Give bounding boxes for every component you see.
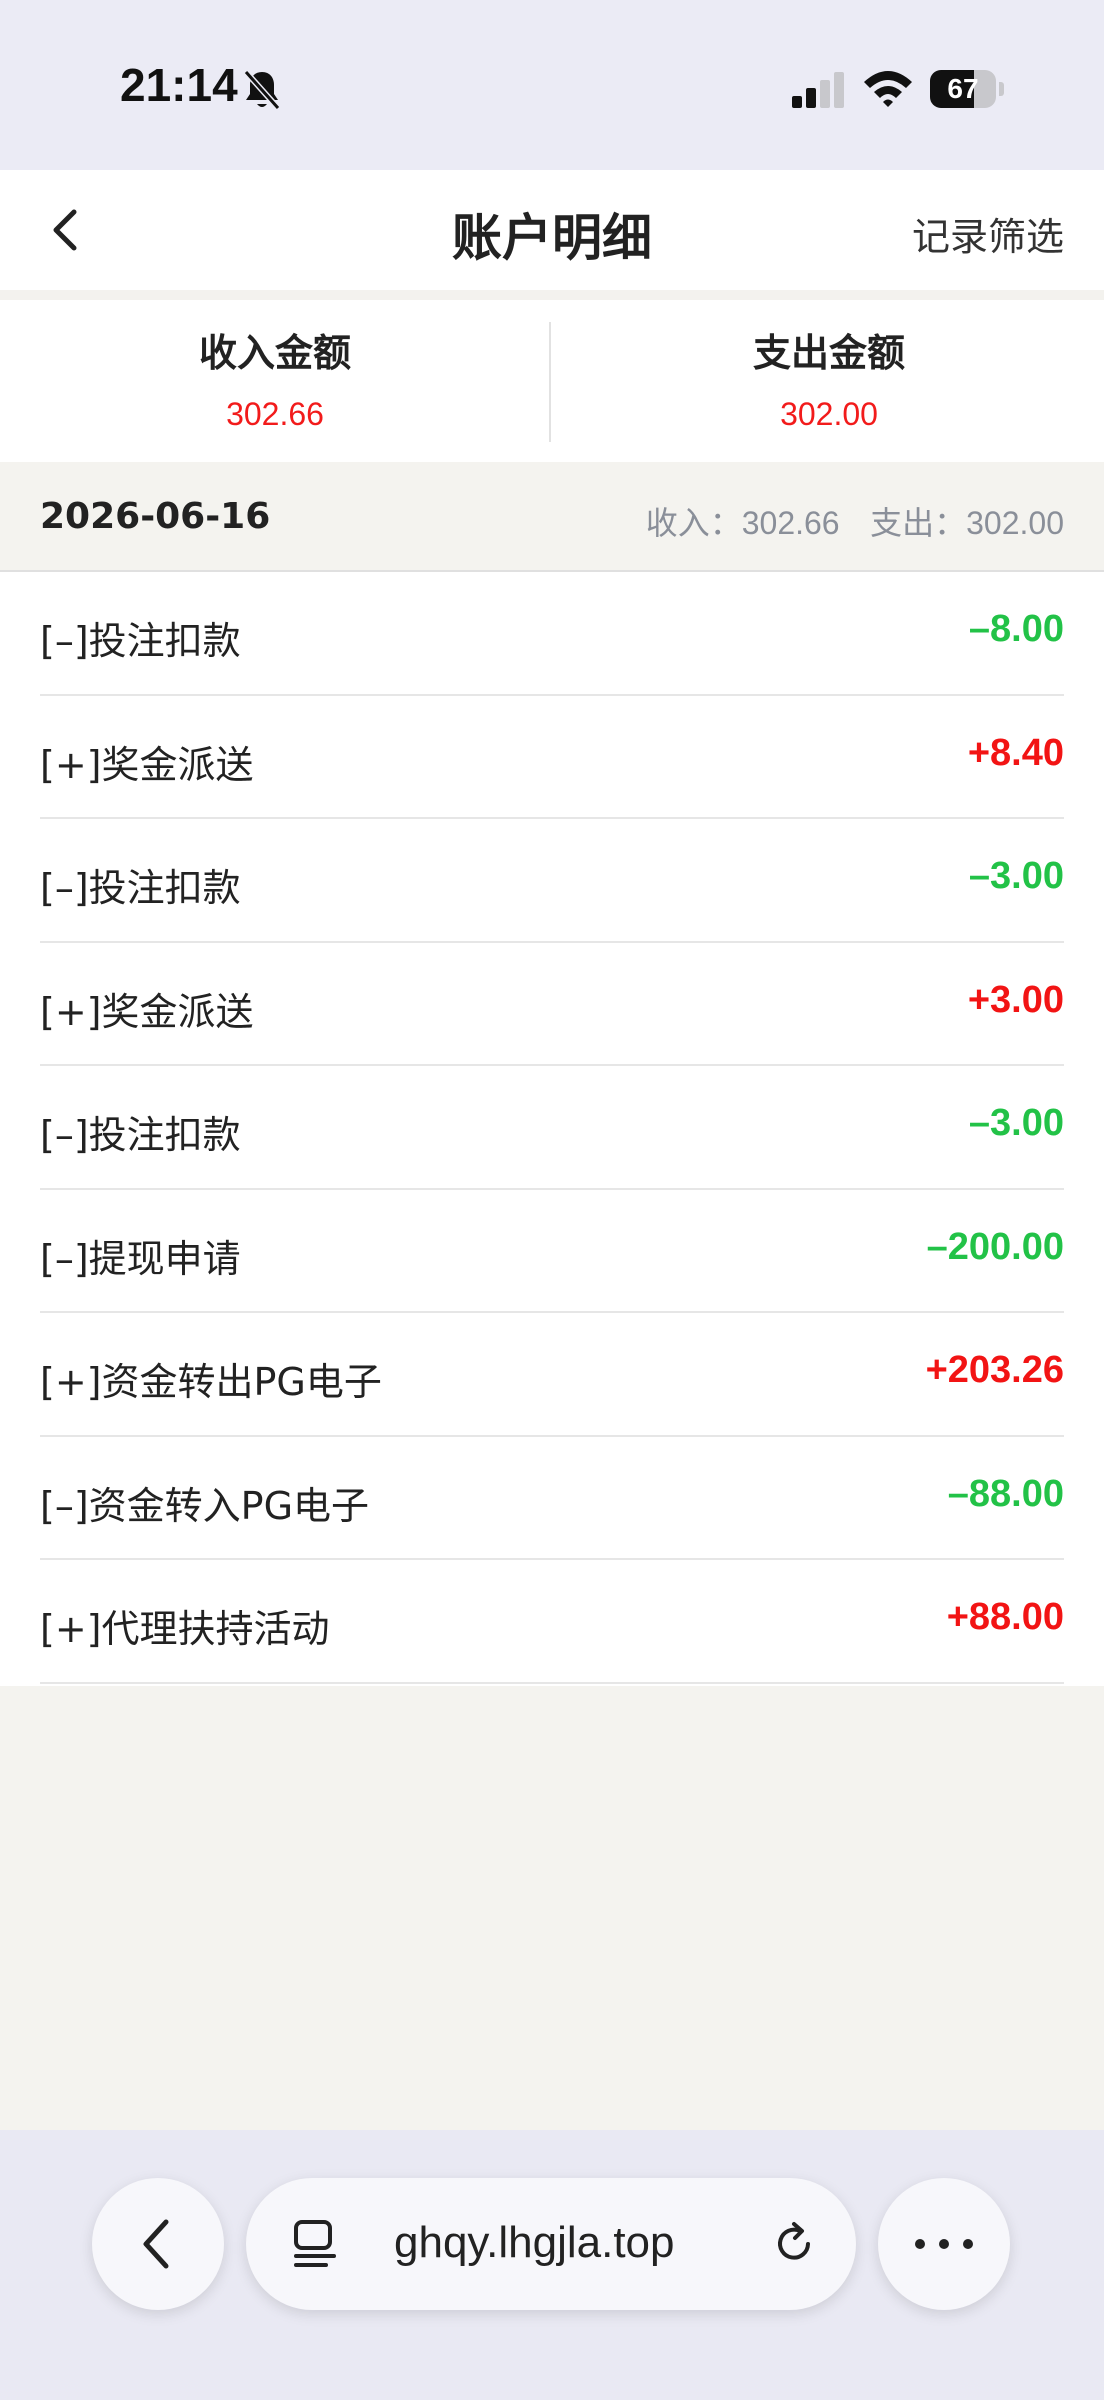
summary-divider [549, 322, 551, 442]
transaction-label: [–]提现申请 [40, 1236, 241, 1281]
transaction-label: [–]投注扣款 [40, 866, 241, 910]
url-text: ghqy.lhgjla.top [394, 2218, 675, 2267]
browser-back-button[interactable] [92, 2178, 224, 2310]
transaction-amount: –200.00 [926, 1225, 1064, 1268]
income-value: 302.66 [226, 396, 324, 432]
date-group-header: 2026-06-16 收入：302.66 支出：302.00 [0, 462, 1104, 572]
transaction-amount: –8.00 [968, 608, 1064, 650]
reload-icon[interactable] [768, 2218, 820, 2270]
transaction-label: [+]奖金派送 [40, 989, 254, 1034]
transaction-amount: –3.00 [968, 1102, 1064, 1144]
date-label: 2026-06-16 [40, 496, 271, 537]
expense-summary: 支出金额 302.00 [554, 300, 1104, 462]
expense-label: 支出金额 [752, 331, 905, 375]
cellular-signal-icon [792, 72, 844, 108]
status-bar: 21:14 67 [0, 0, 1104, 170]
transaction-row[interactable]: [–]投注扣款 –8.00 [40, 572, 1064, 696]
transaction-label: [–]资金转入PG电子 [40, 1483, 370, 1528]
browser-toolbar: ghqy.lhgjla.top [0, 2130, 1104, 2400]
page-header: 账户明细 记录筛选 [0, 170, 1104, 290]
more-dots-icon [915, 2239, 973, 2249]
income-label: 收入金额 [198, 331, 351, 375]
transaction-label: [–]投注扣款 [40, 1113, 241, 1157]
expense-value: 302.00 [780, 396, 878, 432]
transaction-row[interactable]: [+]奖金派送 +3.00 [40, 943, 1064, 1066]
transaction-amount: +88.00 [946, 1596, 1064, 1638]
transaction-row[interactable]: [–]资金转入PG电子 –88.00 [40, 1437, 1064, 1560]
transaction-row[interactable]: [+]资金转出PG电子 +203.26 [40, 1313, 1064, 1437]
transaction-amount: +203.26 [925, 1349, 1064, 1391]
date-summary: 收入：302.66 支出：302.00 [646, 498, 1064, 544]
transaction-row[interactable]: [–]提现申请 –200.00 [40, 1190, 1064, 1313]
transaction-list: [–]投注扣款 –8.00 [+]奖金派送 +8.40 [–]投注扣款 –3.0… [0, 572, 1104, 1686]
battery-percent: 67 [947, 73, 979, 104]
day-income-value: 302.66 [741, 505, 840, 541]
more-menu-button[interactable] [878, 2178, 1010, 2310]
transaction-amount: –88.00 [947, 1472, 1064, 1515]
battery-indicator: 67 [930, 70, 1004, 108]
bell-muted-icon [243, 70, 281, 110]
address-bar[interactable]: ghqy.lhgjla.top [246, 2178, 856, 2310]
chevron-left-icon [143, 2219, 169, 2269]
transaction-amount: +8.40 [967, 731, 1064, 774]
transaction-row[interactable]: [–]投注扣款 –3.00 [40, 819, 1064, 943]
header-divider [0, 290, 1104, 300]
transaction-amount: –3.00 [968, 855, 1064, 897]
day-income-prefix: 收入： [645, 504, 742, 542]
transaction-amount: +3.00 [967, 978, 1064, 1021]
day-expense-value: 302.00 [966, 505, 1064, 541]
transaction-label: [+]代理扶持活动 [40, 1607, 330, 1651]
summary-panel: 收入金额 302.66 支出金额 302.00 [0, 300, 1104, 462]
transaction-row[interactable]: [+]代理扶持活动 +88.00 [40, 1560, 1064, 1684]
transaction-row[interactable]: [–]投注扣款 –3.00 [40, 1066, 1064, 1190]
transaction-label: [–]投注扣款 [40, 619, 241, 663]
wifi-icon [864, 71, 912, 107]
status-time: 21:14 [120, 59, 238, 111]
day-expense-prefix: 支出： [870, 504, 967, 542]
income-summary: 收入金额 302.66 [0, 300, 550, 462]
record-filter-button[interactable]: 记录筛选 [912, 206, 1064, 261]
transaction-label: [+]资金转出PG电子 [40, 1360, 382, 1404]
transaction-row[interactable]: [+]奖金派送 +8.40 [40, 696, 1064, 819]
tab-overview-icon [294, 2220, 336, 2267]
transaction-label: [+]奖金派送 [40, 742, 254, 787]
